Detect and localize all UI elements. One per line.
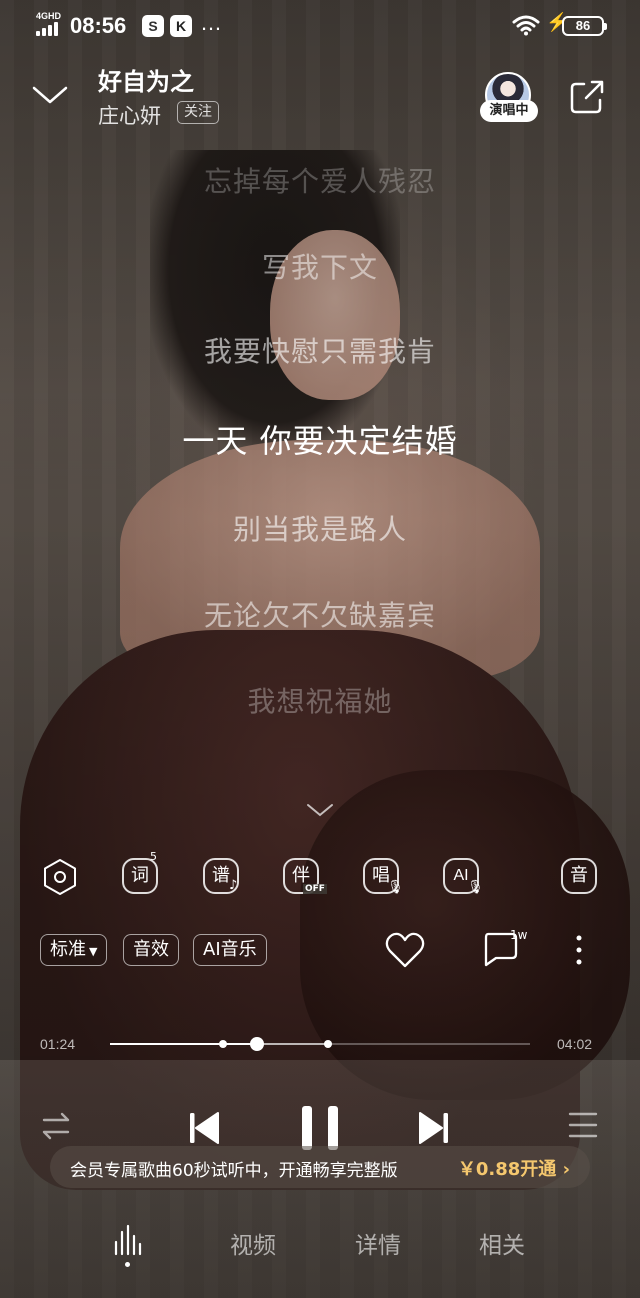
lyric-line[interactable]: 无论欠不欠缺嘉宾 bbox=[0, 594, 640, 634]
live-singing-badge[interactable]: 演唱中 bbox=[480, 100, 538, 122]
music-note-icon: ♪ bbox=[229, 878, 238, 893]
microphone-icon: 🎙 bbox=[387, 880, 404, 895]
accompaniment-tool-button[interactable]: 伴 OFF bbox=[283, 858, 327, 896]
accompaniment-state: OFF bbox=[303, 884, 327, 894]
microphone-icon: 🎙 bbox=[467, 880, 484, 895]
battery-indicator: 86 bbox=[562, 16, 607, 36]
more-notifications-icon: … bbox=[200, 10, 222, 35]
elapsed-time: 01:24 bbox=[40, 1036, 76, 1052]
next-track-icon[interactable] bbox=[416, 1110, 452, 1146]
expand-lyrics-chevron-icon[interactable] bbox=[305, 800, 335, 820]
previous-track-icon[interactable] bbox=[186, 1110, 222, 1146]
sound-tool-label: 音 bbox=[561, 858, 597, 894]
vip-price-label: ￥0.88开通 bbox=[457, 1159, 557, 1180]
ai-tool-button[interactable]: AI 🎙 bbox=[443, 858, 484, 896]
lyric-line[interactable]: 写我下文 bbox=[0, 246, 640, 286]
song-title[interactable]: 好自为之 bbox=[98, 62, 194, 97]
playlist-icon[interactable] bbox=[566, 1108, 600, 1142]
settings-hexagon-icon[interactable] bbox=[41, 858, 79, 896]
bottom-tab-bar: 视频 详情 相关 bbox=[0, 1210, 640, 1280]
vip-trial-banner[interactable]: 会员专属歌曲60秒试听中，开通畅享完整版 ￥0.88开通 › bbox=[50, 1146, 590, 1188]
sound-tool-button[interactable]: 音 bbox=[561, 858, 599, 896]
follow-button[interactable]: 关注 bbox=[177, 101, 219, 124]
heart-icon[interactable] bbox=[384, 930, 426, 970]
lyrics-tool-button[interactable]: 词 5 bbox=[122, 850, 160, 896]
share-icon[interactable] bbox=[568, 78, 606, 116]
lyric-line[interactable]: 我想祝福她 bbox=[0, 680, 640, 720]
quality-selector[interactable]: 标准 ▼ bbox=[40, 934, 108, 966]
notification-app-icon: S bbox=[142, 15, 164, 37]
vip-open-button[interactable]: ￥0.88开通 › bbox=[458, 1155, 570, 1181]
notification-app-icon: K bbox=[170, 15, 192, 37]
lyrics-tool-label: 词 bbox=[122, 858, 158, 894]
tab-player-equalizer-icon[interactable] bbox=[112, 1224, 144, 1256]
current-lyric-line[interactable]: 一天 你要决定结婚 bbox=[0, 416, 640, 462]
network-type: 4GHD bbox=[36, 11, 62, 21]
lyric-line[interactable]: 我要快慰只需我肯 bbox=[0, 330, 640, 370]
comment-count: 1w bbox=[510, 928, 528, 942]
tab-details[interactable]: 详情 bbox=[328, 1226, 428, 1260]
status-bar: 4GHD 08:56 S K … ⚡ 86 bbox=[0, 0, 640, 52]
vip-trial-message: 会员专属歌曲60秒试听中，开通畅享完整版 bbox=[70, 1161, 398, 1181]
dropdown-caret-icon: ▼ bbox=[89, 945, 98, 958]
progress-thumb[interactable] bbox=[250, 1037, 264, 1051]
active-tab-indicator bbox=[125, 1262, 130, 1267]
sing-tool-button[interactable]: 唱 🎙 bbox=[363, 858, 404, 896]
played-range bbox=[110, 1043, 257, 1045]
pause-icon[interactable] bbox=[298, 1104, 342, 1152]
effects-button[interactable]: 音效 bbox=[123, 934, 179, 966]
lyric-line[interactable]: 忘掉每个爱人残忍 bbox=[0, 160, 640, 200]
collapse-chevron-icon[interactable] bbox=[30, 80, 70, 110]
tab-related[interactable]: 相关 bbox=[452, 1226, 552, 1260]
play-mode-icon[interactable] bbox=[40, 1108, 76, 1144]
artist-name[interactable]: 庄心妍 bbox=[98, 100, 161, 130]
more-vertical-icon[interactable] bbox=[572, 932, 586, 968]
signal-icon bbox=[36, 22, 62, 36]
total-duration: 04:02 bbox=[557, 1036, 593, 1052]
score-tool-button[interactable]: 谱 ♪ bbox=[203, 858, 241, 896]
chevron-right-icon: › bbox=[562, 1159, 570, 1180]
ai-music-button[interactable]: AI音乐 bbox=[193, 934, 267, 966]
lyrics-count-badge: 5 bbox=[150, 850, 157, 863]
quality-label: 标准 bbox=[50, 939, 86, 960]
clock: 08:56 bbox=[70, 13, 127, 38]
wifi-icon bbox=[512, 15, 540, 36]
lyric-line[interactable]: 别当我是路人 bbox=[0, 508, 640, 548]
tab-video[interactable]: 视频 bbox=[203, 1226, 303, 1260]
progress-bar[interactable] bbox=[110, 1037, 530, 1051]
